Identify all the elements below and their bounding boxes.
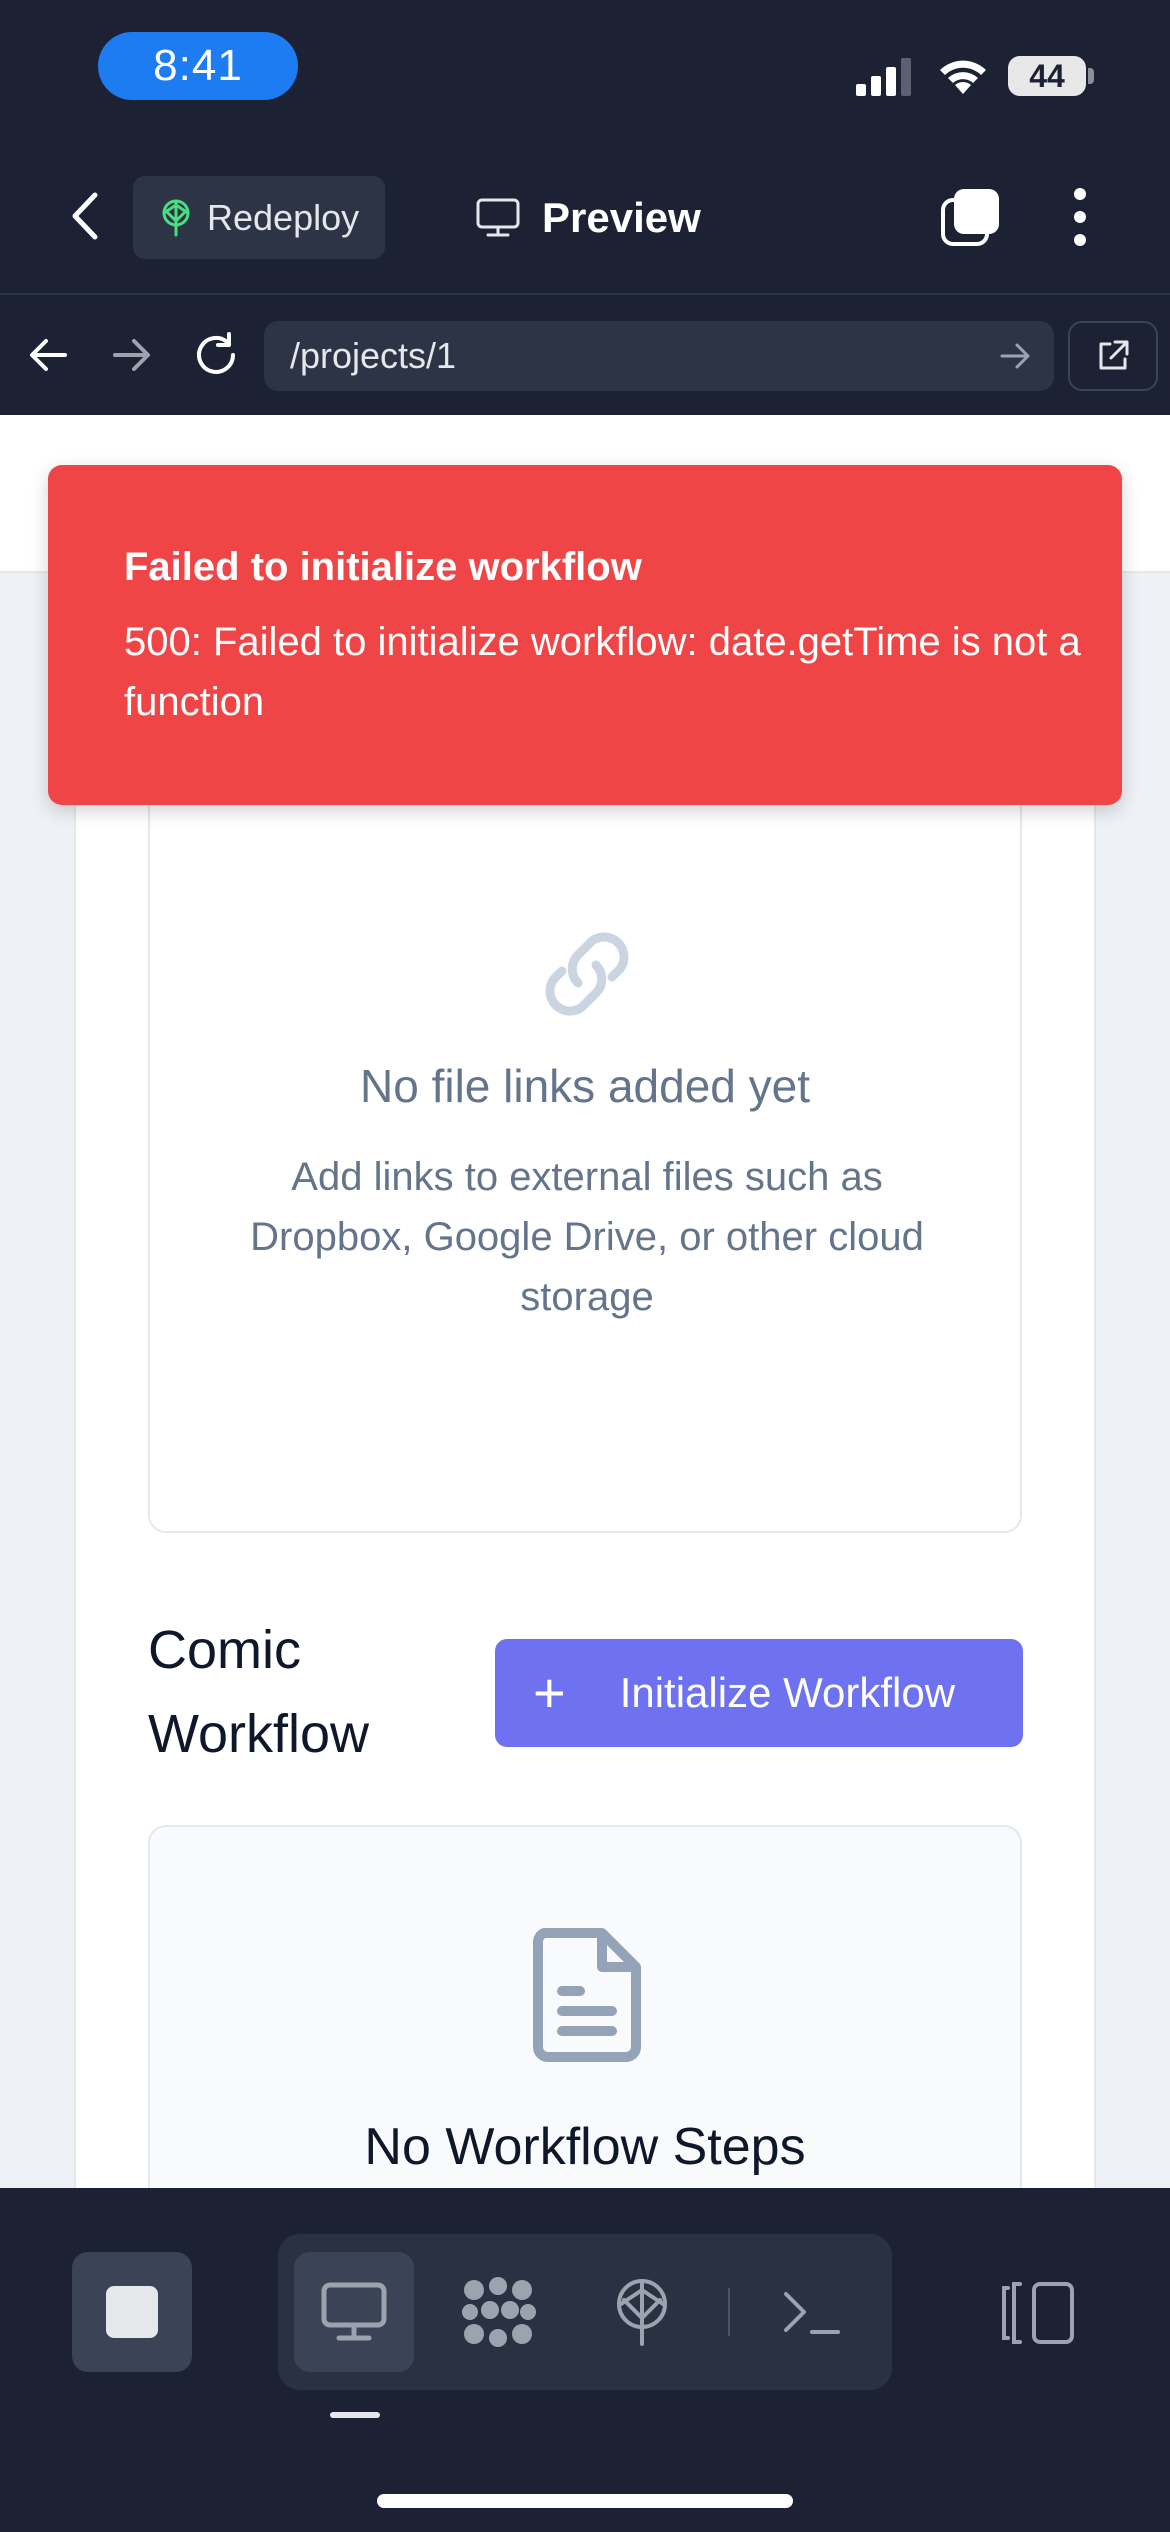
terminal-view-button[interactable]	[752, 2252, 872, 2372]
toast-message: 500: Failed to initialize workflow: date…	[124, 620, 1081, 724]
desktop-view-button[interactable]	[294, 2252, 414, 2372]
toolbar-divider	[728, 2288, 730, 2336]
deploy-view-button[interactable]	[582, 2252, 702, 2372]
nodes-view-button[interactable]	[438, 2252, 558, 2372]
stop-button[interactable]	[72, 2252, 192, 2372]
external-link-icon	[1099, 340, 1129, 370]
chevron-left-icon	[72, 192, 98, 240]
open-external-button[interactable]	[1068, 321, 1158, 391]
workflow-section-title: Comic Workflow	[148, 1620, 370, 1764]
signal-icon	[856, 58, 911, 96]
battery-icon: 44	[1008, 56, 1086, 96]
reload-icon[interactable]	[188, 327, 244, 383]
redeploy-label: Redeploy	[207, 196, 360, 238]
preview-label: Preview	[542, 193, 701, 241]
app-bar: Redeploy Preview	[0, 140, 1170, 295]
bottom-toolbar	[0, 2188, 1170, 2532]
workflow-empty-state: No Workflow Steps	[148, 1825, 1022, 2188]
initialize-workflow-label: Initialize Workflow	[619, 1669, 956, 1716]
view-switcher	[278, 2234, 892, 2390]
workflow-empty-title: No Workflow Steps	[364, 2118, 806, 2176]
document-icon	[533, 1928, 641, 2062]
status-time: 8:41	[98, 32, 298, 100]
deploy-icon	[617, 2279, 667, 2346]
stop-icon	[106, 2286, 158, 2338]
tabs-icon[interactable]	[940, 186, 1002, 248]
deploy-icon	[162, 199, 190, 236]
browser-forward-icon[interactable]	[104, 327, 160, 383]
browser-nav-bar: /projects/1	[0, 297, 1170, 415]
desktop-icon	[321, 2282, 387, 2341]
redeploy-button[interactable]: Redeploy	[133, 176, 385, 259]
file-links-empty-state: No file links added yet Add links to ext…	[148, 785, 1022, 1533]
back-button[interactable]	[56, 188, 112, 244]
terminal-icon	[784, 2292, 840, 2334]
plus-icon: +	[533, 1661, 566, 1724]
wifi-icon	[940, 60, 986, 94]
initialize-workflow-button[interactable]: + Initialize Workflow	[495, 1639, 1023, 1747]
file-links-empty-description: Add links to external files such as Drop…	[250, 1155, 924, 1319]
toast-title: Failed to initialize workflow	[124, 545, 642, 589]
monitor-icon	[476, 198, 520, 236]
error-toast[interactable]: Failed to initialize workflow 500: Faile…	[48, 465, 1122, 805]
more-menu-icon[interactable]	[1058, 184, 1102, 250]
status-bar: 8:41 44	[0, 0, 1170, 140]
battery-tip	[1088, 68, 1094, 84]
preview-tab[interactable]: Preview	[476, 176, 701, 259]
active-tab-indicator	[330, 2412, 380, 2418]
go-arrow-icon[interactable]	[994, 335, 1036, 377]
panel-toggle-icon[interactable]	[1000, 2280, 1076, 2346]
link-icon	[545, 932, 629, 1016]
url-text: /projects/1	[290, 335, 457, 376]
file-links-empty-title: No file links added yet	[359, 1060, 811, 1112]
url-input[interactable]: /projects/1	[264, 321, 1054, 391]
browser-back-icon[interactable]	[20, 327, 76, 383]
home-indicator	[377, 2494, 793, 2508]
nodes-icon	[462, 2277, 536, 2347]
